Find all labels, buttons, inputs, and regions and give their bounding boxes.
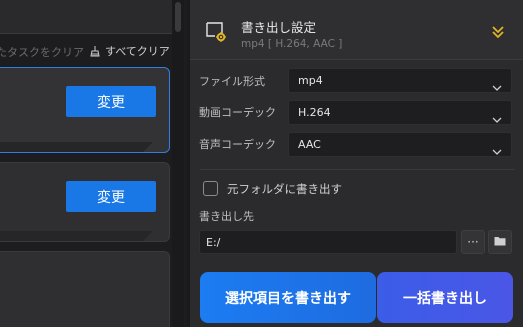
task-list-scrollbar[interactable] — [172, 0, 184, 327]
video-codec-select[interactable]: H.264 — [288, 100, 512, 125]
audio-codec-value: AAC — [298, 138, 321, 151]
change-button[interactable]: 変更 — [66, 181, 156, 212]
section-divider — [200, 169, 515, 170]
chevron-down-icon — [492, 77, 502, 91]
file-format-label: ファイル形式 — [199, 75, 265, 88]
export-settings-title: 書き出し設定 — [241, 20, 317, 35]
browse-folder-button[interactable] — [488, 230, 512, 254]
export-settings-summary: mp4 [ H.264, AAC ] — [241, 38, 343, 50]
file-format-value: mp4 — [298, 74, 323, 87]
save-to-source-checkbox[interactable] — [203, 181, 218, 196]
clear-bar: たタスクをクリア すべてクリア — [0, 40, 187, 62]
more-options-button[interactable]: ··· — [461, 230, 485, 254]
video-codec-value: H.264 — [298, 106, 331, 119]
card-notch — [0, 142, 153, 152]
export-settings-header: 書き出し設定 mp4 [ H.264, AAC ] — [190, 0, 523, 60]
clear-completed-link[interactable]: たタスクをクリア — [0, 44, 84, 60]
task-card[interactable] — [0, 251, 170, 327]
chevron-down-icon — [492, 141, 502, 155]
audio-codec-select[interactable]: AAC — [288, 132, 512, 157]
task-card[interactable]: 変更 — [0, 162, 170, 242]
save-to-source-label[interactable]: 元フォルダに書き出す — [227, 181, 342, 197]
chevron-down-icon — [492, 109, 502, 123]
card-notch — [0, 231, 153, 241]
task-card[interactable]: 変更 — [0, 67, 170, 153]
destination-path-input[interactable] — [199, 230, 457, 254]
clear-all-label: すべてクリア — [105, 45, 170, 58]
video-codec-label: 動画コーデック — [199, 106, 276, 119]
task-list-panel: たタスクをクリア すべてクリア 変更 変更 — [0, 0, 187, 327]
export-all-button[interactable]: 一括書き出し — [377, 272, 513, 323]
folder-icon — [494, 235, 506, 249]
audio-codec-label: 音声コーデック — [199, 138, 276, 151]
broom-icon — [90, 45, 100, 57]
task-list-toolbar — [0, 0, 172, 34]
destination-label: 書き出し先 — [199, 210, 254, 223]
collapse-chevrons-icon[interactable] — [490, 24, 506, 40]
change-button[interactable]: 変更 — [66, 86, 156, 117]
export-selected-button[interactable]: 選択項目を書き出す — [200, 272, 376, 323]
clear-all-button[interactable]: すべてクリア — [90, 43, 170, 59]
scrollbar-thumb[interactable] — [175, 2, 181, 32]
file-format-select[interactable]: mp4 — [288, 68, 512, 93]
export-settings-panel: 書き出し設定 mp4 [ H.264, AAC ] ファイル形式 mp4 動画コ… — [190, 0, 523, 327]
export-settings-icon — [205, 20, 227, 42]
